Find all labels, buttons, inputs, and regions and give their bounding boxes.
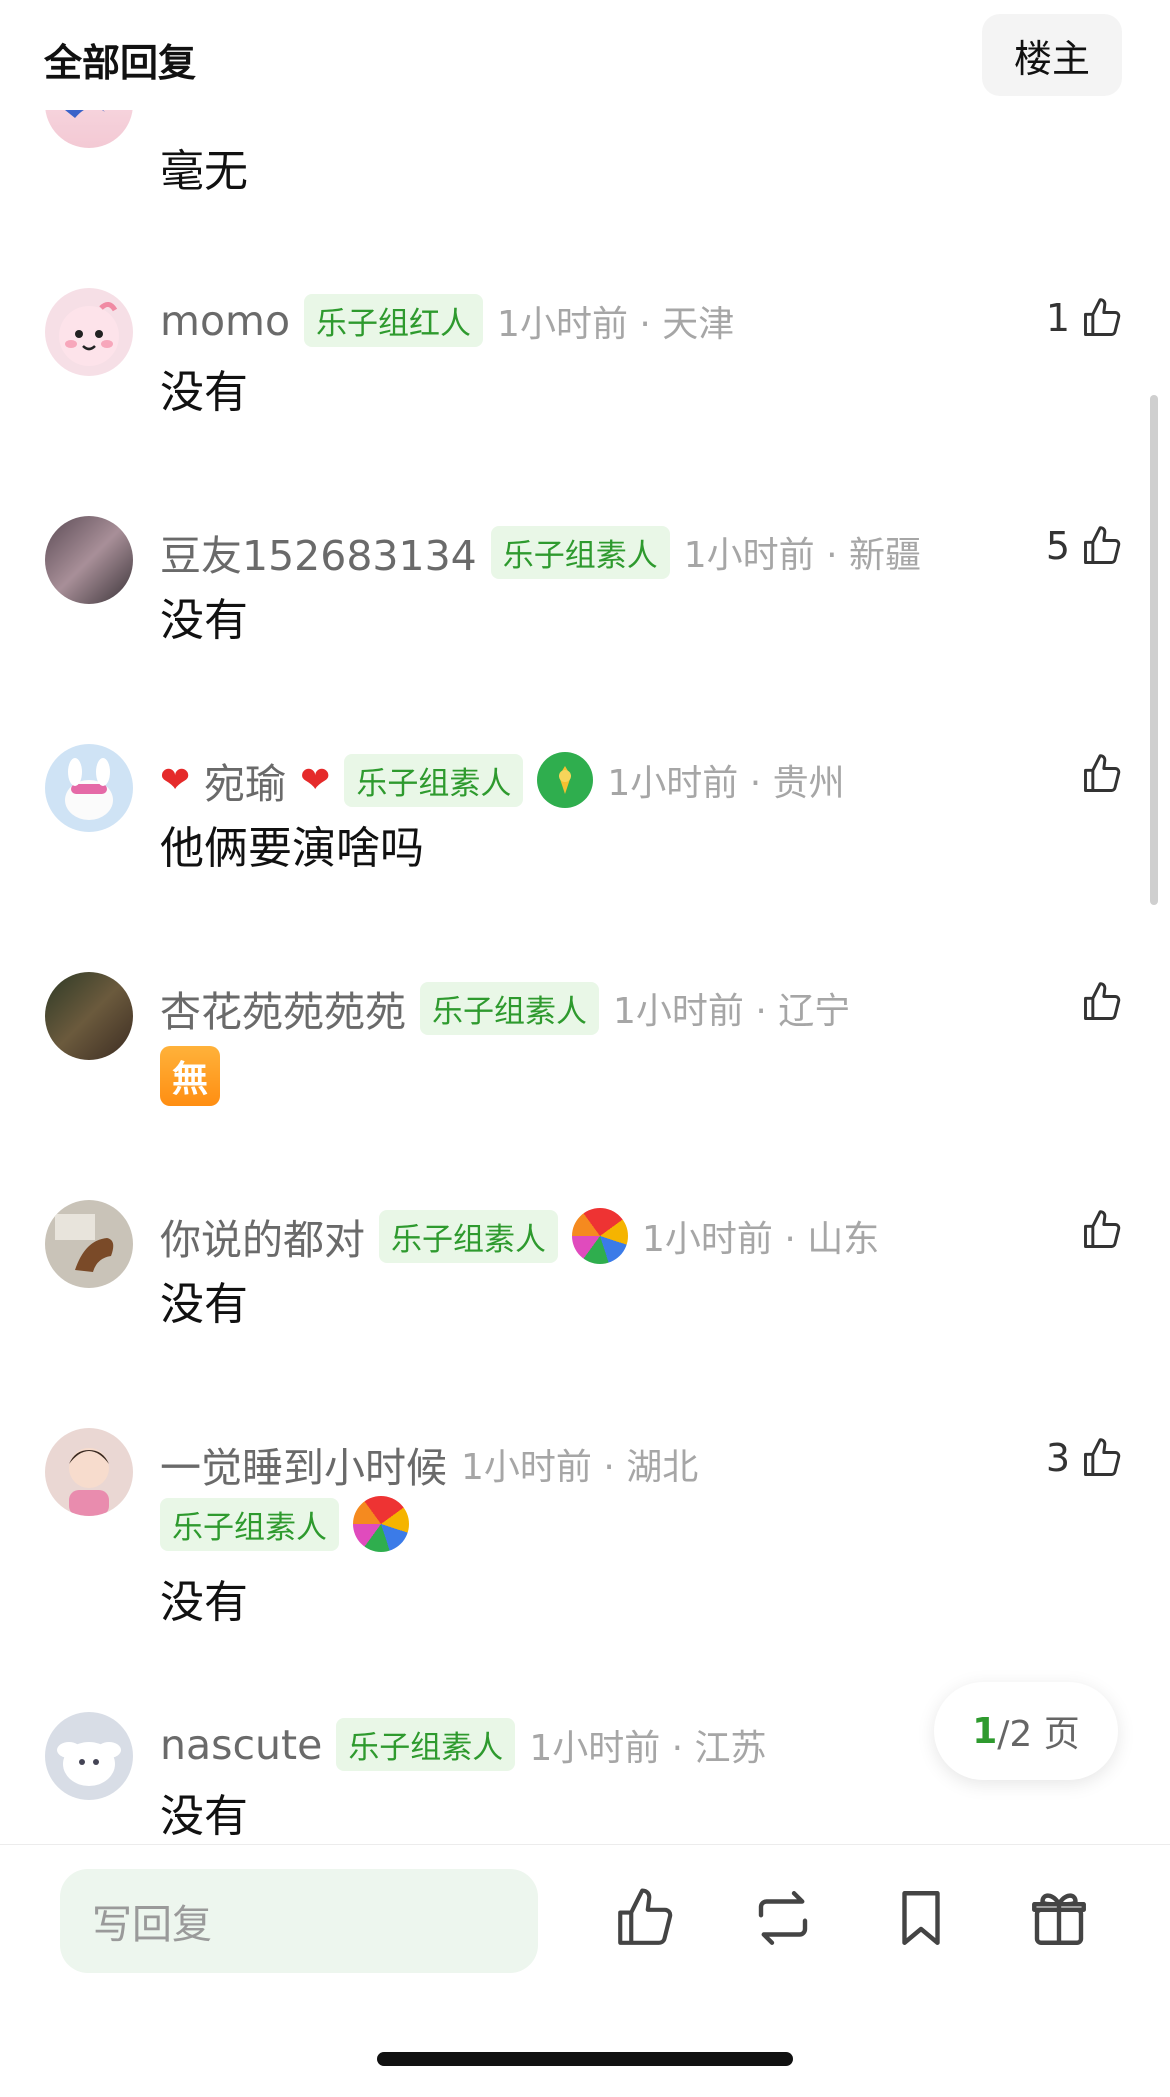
like-button[interactable]: 3 (1046, 1436, 1124, 1480)
comment-meta: 1小时前 · 天津 (497, 303, 735, 345)
group-badge: 乐子组素人 (379, 1209, 558, 1263)
thumbs-up-icon (1084, 754, 1121, 792)
thumbs-up-icon[interactable] (612, 1885, 678, 1951)
avatar[interactable] (45, 516, 133, 604)
thumbs-up-icon (1084, 298, 1121, 336)
scrollbar[interactable] (1150, 395, 1158, 905)
username[interactable]: 宛瑜 (204, 750, 286, 810)
comment-meta: 1小时前 · 江苏 (529, 1727, 767, 1769)
medal-icon (537, 752, 594, 808)
comment-text: 没有 (160, 1577, 248, 1628)
username[interactable]: 一觉睡到小时候 (160, 1434, 447, 1494)
current-page: 1 (972, 1710, 998, 1752)
comment-meta: 1小时前 · 辽宁 (613, 991, 851, 1032)
username[interactable]: 你说的都对 (160, 1206, 365, 1266)
reply-input[interactable]: 写回复 (60, 1869, 538, 1973)
like-count: 5 (1045, 524, 1070, 568)
comment-text: 没有 (160, 1791, 248, 1842)
group-badge: 乐子组红人 (304, 294, 484, 347)
comment-meta: 1小时前 · 湖北 (461, 1447, 699, 1488)
comment-text: 没有 (160, 367, 248, 418)
comment-text: 他俩要演啥吗 (160, 823, 424, 874)
comment-meta: 1小时前 · 山东 (642, 1219, 880, 1260)
comment-text: 没有 (160, 595, 248, 646)
like-button[interactable]: 5 (1046, 524, 1124, 568)
group-badge: 乐子组素人 (160, 1497, 339, 1551)
medal-icon (572, 1208, 628, 1264)
comment-text: 毫无 (160, 146, 248, 197)
bookmark-icon[interactable] (888, 1885, 954, 1951)
username[interactable]: momo (160, 297, 290, 345)
group-badge: 乐子组素人 (420, 981, 599, 1035)
gift-icon[interactable] (1026, 1885, 1092, 1951)
like-count: 1 (1045, 296, 1070, 340)
group-badge: 乐子组素人 (490, 525, 670, 579)
like-button[interactable]: 1 (1046, 296, 1124, 340)
avatar[interactable] (45, 1200, 133, 1288)
like-button[interactable] (1070, 1208, 1124, 1252)
header: 全部回复 楼主 (0, 0, 1170, 110)
comment-emoji: 無 (160, 1046, 220, 1106)
heart-icon: ❤ (300, 759, 331, 801)
heart-icon: ❤ (160, 759, 191, 801)
home-indicator (377, 2052, 793, 2066)
avatar[interactable] (45, 972, 133, 1060)
avatar[interactable] (45, 1712, 133, 1800)
comment-meta: 1小时前 · 新疆 (683, 535, 922, 576)
username[interactable]: 杏花苑苑苑苑 (160, 978, 406, 1038)
like-button[interactable] (1070, 752, 1124, 796)
like-button[interactable] (1070, 980, 1124, 1024)
like-count: 3 (1045, 1436, 1070, 1480)
avatar[interactable] (45, 744, 133, 832)
group-badge: 乐子组素人 (344, 753, 524, 807)
page-indicator[interactable]: 1 /2 页 (934, 1682, 1118, 1780)
op-only-button[interactable]: 楼主 (982, 14, 1122, 96)
thumbs-up-icon (1084, 1438, 1121, 1476)
total-pages: /2 页 (997, 1714, 1080, 1755)
repost-icon[interactable] (750, 1885, 816, 1951)
medal-icon (353, 1496, 409, 1552)
username[interactable]: nascute (160, 1721, 322, 1769)
thumbs-up-icon (1084, 982, 1121, 1020)
comment-meta: 1小时前 · 贵州 (607, 763, 845, 804)
avatar[interactable] (45, 1428, 133, 1516)
avatar[interactable] (45, 288, 133, 376)
comment-text: 没有 (160, 1279, 248, 1330)
page-title: 全部回复 (44, 41, 197, 85)
thumbs-up-icon (1084, 1210, 1121, 1248)
group-badge: 乐子组素人 (336, 1718, 516, 1771)
thumbs-up-icon (1084, 526, 1121, 564)
username[interactable]: 豆友152683134 (160, 522, 477, 582)
